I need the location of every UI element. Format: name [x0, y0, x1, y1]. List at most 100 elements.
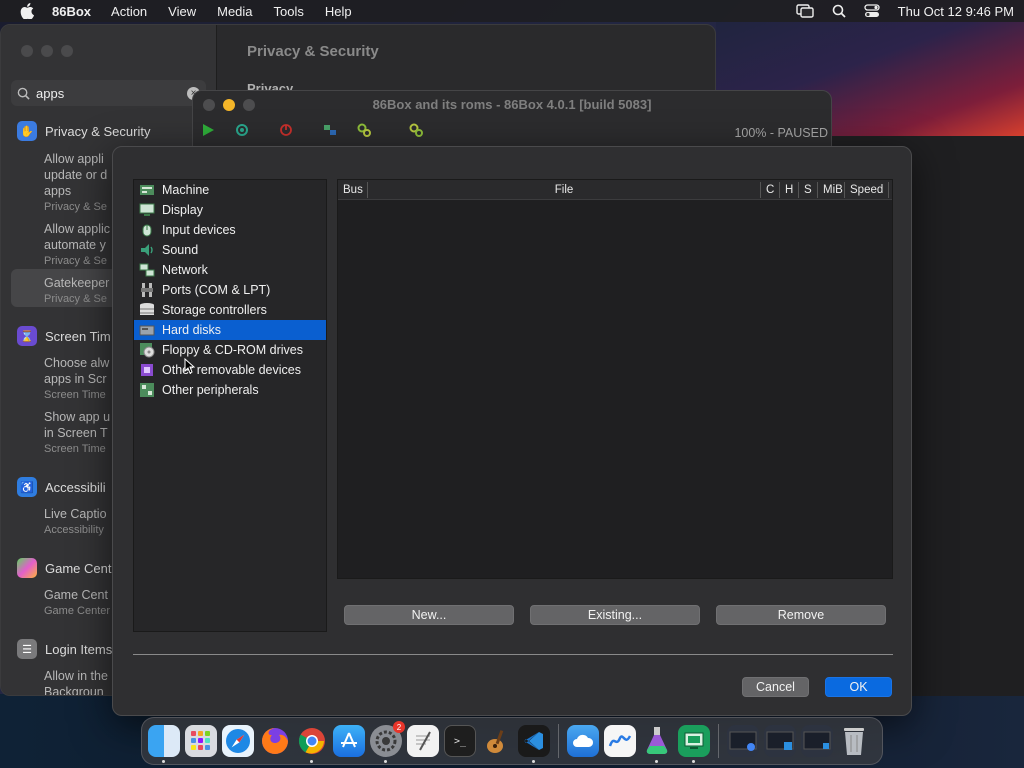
category-list[interactable]: Machine Display Input devices Sound Netw… — [133, 179, 327, 632]
sound-icon — [139, 242, 155, 258]
dock-separator-2 — [718, 724, 719, 758]
safari-icon[interactable] — [222, 725, 254, 757]
firefox-icon[interactable] — [259, 725, 291, 757]
new-disk-button[interactable]: New... — [344, 605, 514, 625]
network-icon — [139, 262, 155, 278]
category-sound[interactable]: Sound — [134, 240, 326, 260]
garageband-icon[interactable] — [481, 725, 513, 757]
minimized-window-3[interactable] — [801, 725, 833, 757]
accessibility-icon: ♿ — [17, 477, 37, 497]
category-other-removable[interactable]: Other removable devices — [134, 360, 326, 380]
column-s[interactable]: S — [799, 182, 818, 198]
menu-clock[interactable]: Thu Oct 12 9:46 PM — [898, 4, 1014, 19]
zoom-button[interactable] — [61, 45, 73, 57]
menu-help[interactable]: Help — [325, 4, 352, 19]
ports-icon — [139, 282, 155, 298]
freeform-icon[interactable] — [604, 725, 636, 757]
textedit-icon[interactable] — [407, 725, 439, 757]
existing-disk-button[interactable]: Existing... — [530, 605, 700, 625]
minimized-window-2[interactable] — [764, 725, 796, 757]
emulator-window-title: 86Box and its roms - 86Box 4.0.1 [build … — [372, 97, 652, 112]
system-settings-icon[interactable]: 2 — [370, 721, 405, 763]
menu-media[interactable]: Media — [217, 4, 252, 19]
close-button[interactable] — [21, 45, 33, 57]
menu-action[interactable]: Action — [111, 4, 147, 19]
control-center-icon[interactable] — [864, 4, 880, 18]
hard-disks-table[interactable]: Bus File C H S MiB Speed — [337, 179, 893, 579]
column-speed[interactable]: Speed — [845, 182, 889, 198]
86box-icon[interactable] — [678, 725, 710, 763]
peripherals-icon — [139, 382, 155, 398]
category-storage-controllers[interactable]: Storage controllers — [134, 300, 326, 320]
emulator-toolbar — [201, 123, 423, 140]
screen-mirroring-icon[interactable] — [795, 4, 814, 18]
column-file[interactable]: File — [368, 182, 761, 198]
list-icon: ☰ — [17, 639, 37, 659]
display-icon — [139, 202, 155, 218]
search-icon — [17, 87, 30, 100]
dock-separator — [558, 724, 559, 758]
harddisk-icon — [139, 322, 155, 338]
column-c[interactable]: C — [761, 182, 780, 198]
chrome-icon[interactable] — [296, 725, 328, 763]
category-hard-disks[interactable]: Hard disks — [134, 320, 326, 340]
sidebar-screen-time[interactable]: ⌛ Screen Tim — [17, 326, 111, 346]
category-machine[interactable]: Machine — [134, 180, 326, 200]
finder-icon[interactable] — [148, 725, 180, 763]
category-input-devices[interactable]: Input devices — [134, 220, 326, 240]
ok-button[interactable]: OK — [825, 677, 892, 697]
mouse-cursor-icon — [184, 357, 196, 377]
removable-icon — [139, 362, 155, 378]
sidebar-section-label: Privacy & Security — [45, 123, 151, 139]
category-ports[interactable]: Ports (COM & LPT) — [134, 280, 326, 300]
menu-view[interactable]: View — [168, 4, 196, 19]
trash-icon[interactable] — [838, 725, 870, 757]
remove-disk-button[interactable]: Remove — [716, 605, 886, 625]
sidebar-game-center[interactable]: Game Cent — [17, 558, 111, 578]
icloud-weather-icon[interactable] — [567, 725, 599, 757]
dock: 2 >_ — [141, 717, 883, 765]
settings-gears-icon[interactable] — [357, 123, 371, 140]
category-network[interactable]: Network — [134, 260, 326, 280]
search-icon[interactable] — [832, 4, 846, 18]
emulator-window: 86Box and its roms - 86Box 4.0.1 [build … — [192, 90, 832, 150]
category-other-peripherals[interactable]: Other peripherals — [134, 380, 326, 400]
storage-icon — [139, 302, 155, 318]
emulator-status: 100% - PAUSED — [734, 126, 828, 140]
settings-page-title: Privacy & Security — [247, 43, 379, 60]
settings-window-controls — [21, 45, 73, 57]
machine-icon — [139, 182, 155, 198]
vscode-icon[interactable] — [518, 725, 550, 763]
column-bus[interactable]: Bus — [338, 182, 368, 198]
menu-app-name[interactable]: 86Box — [52, 4, 91, 19]
play-icon[interactable] — [201, 123, 215, 140]
cancel-button[interactable]: Cancel — [742, 677, 809, 697]
column-h[interactable]: H — [780, 182, 799, 198]
flask-app-icon[interactable] — [641, 725, 673, 763]
app-store-icon[interactable] — [333, 725, 365, 757]
column-mib[interactable]: MiB — [818, 182, 845, 198]
reset-icon[interactable] — [235, 123, 249, 140]
configure-icon[interactable] — [409, 123, 423, 140]
apple-icon[interactable] — [20, 3, 34, 19]
sidebar-accessibility[interactable]: ♿ Accessibili — [17, 477, 106, 497]
hand-icon: ✋ — [17, 121, 37, 141]
settings-search-field[interactable]: apps × — [11, 80, 206, 106]
sidebar-login-items[interactable]: ☰ Login Items — [17, 639, 112, 659]
category-floppy-cdrom[interactable]: Floppy & CD-ROM drives — [134, 340, 326, 360]
hourglass-icon: ⌛ — [17, 326, 37, 346]
input-icon — [139, 222, 155, 238]
launchpad-icon[interactable] — [185, 725, 217, 757]
menu-tools[interactable]: Tools — [274, 4, 304, 19]
search-input[interactable]: apps — [36, 86, 187, 101]
terminal-icon[interactable]: >_ — [444, 725, 476, 757]
sidebar-privacy-security[interactable]: ✋ Privacy & Security — [17, 121, 150, 141]
menu-bar: 86Box Action View Media Tools Help Thu O… — [0, 0, 1024, 22]
game-center-icon — [17, 558, 37, 578]
minimized-window-1[interactable] — [727, 725, 759, 757]
ctrl-alt-del-icon[interactable] — [323, 123, 337, 140]
notification-badge: 2 — [393, 721, 405, 733]
category-display[interactable]: Display — [134, 200, 326, 220]
minimize-button[interactable] — [41, 45, 53, 57]
power-icon[interactable] — [279, 123, 293, 140]
